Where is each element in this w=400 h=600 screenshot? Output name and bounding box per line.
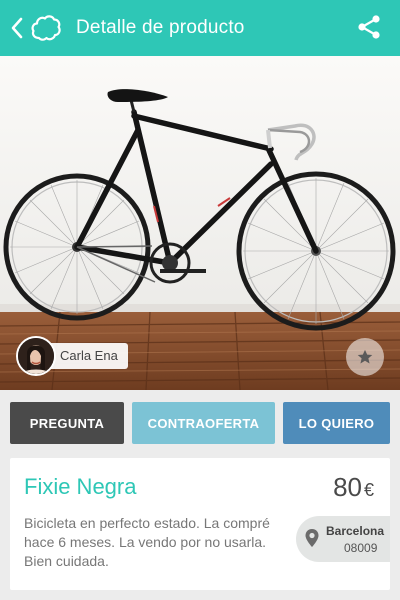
favorite-button[interactable] — [346, 338, 384, 376]
product-price: 80 € — [333, 472, 374, 503]
star-icon — [357, 349, 373, 364]
action-buttons: PREGUNTA CONTRAOFERTA LO QUIERO — [10, 402, 390, 444]
cloud-logo-icon — [31, 15, 61, 41]
product-info-card: Fixie Negra 80 € Bicicleta en perfecto es… — [10, 458, 390, 590]
price-amount: 80 — [333, 472, 362, 502]
seller-chip[interactable]: Carla Ena — [16, 336, 128, 376]
price-currency: € — [363, 480, 374, 500]
page-title: Detalle de producto — [76, 17, 245, 38]
app-logo[interactable] — [30, 11, 64, 45]
avatar[interactable] — [16, 336, 56, 376]
ask-button[interactable]: PREGUNTA — [10, 402, 124, 444]
app-bar: Detalle de producto — [0, 0, 400, 56]
chevron-left-icon — [11, 17, 23, 39]
back-button[interactable] — [6, 0, 28, 56]
location-badge[interactable]: Barcelona 08009 — [296, 516, 390, 562]
want-button[interactable]: LO QUIERO — [283, 402, 390, 444]
map-pin-icon — [305, 529, 319, 547]
counteroffer-button[interactable]: CONTRAOFERTA — [132, 402, 275, 444]
location-zip: 08009 — [344, 541, 378, 555]
location-city: Barcelona — [326, 524, 385, 538]
share-icon[interactable] — [356, 14, 382, 40]
product-description: Bicicleta en perfecto estado. La compré … — [24, 515, 270, 569]
product-title: Fixie Negra — [24, 474, 137, 499]
